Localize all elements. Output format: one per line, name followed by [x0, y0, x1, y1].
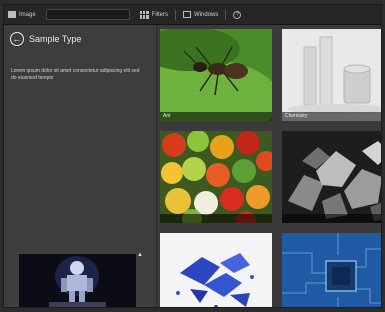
app-window: Image Filters Windows ? ← Sample Type Lo… [3, 4, 382, 308]
preview-thumbnail[interactable] [19, 254, 136, 307]
panel-header: ← Sample Type [10, 32, 81, 46]
left-panel: ← Sample Type Lorem ipsum dolor sit amet… [4, 25, 157, 307]
view-label: Windows [194, 11, 219, 18]
toolbar-divider [225, 9, 227, 20]
view-button[interactable]: Windows [179, 5, 222, 24]
pin-icon[interactable]: ▲ [135, 251, 145, 259]
image-tile[interactable] [160, 131, 272, 223]
panel-description: Lorem ipsum dolor sit amet consectetur a… [11, 68, 140, 81]
tile-label: Ant [160, 112, 272, 121]
image-grid: Ant Chemistry [160, 29, 381, 307]
grid-icon [139, 10, 149, 19]
toolbar-divider [175, 9, 177, 20]
image-tile[interactable]: Chemistry [282, 29, 381, 121]
fruit-vegetables-image [160, 131, 272, 223]
home-label: Image [19, 11, 36, 18]
tile-label: Chemistry [282, 112, 381, 121]
search-input[interactable] [45, 9, 130, 20]
tile-label [160, 214, 272, 223]
image-tile[interactable] [282, 233, 381, 307]
blue-crystals-image [160, 233, 272, 307]
help-icon: ? [233, 10, 242, 19]
window-icon [183, 11, 192, 18]
image-tile[interactable] [160, 233, 272, 307]
home-button[interactable]: Image [4, 5, 40, 24]
panel-title: Sample Type [29, 34, 82, 44]
image-tile[interactable]: Ant [160, 29, 272, 121]
chemistry-glass-image [282, 29, 381, 121]
image-tile[interactable] [282, 131, 381, 223]
robot-figure-image [19, 254, 136, 307]
back-arrow-icon[interactable]: ← [10, 32, 24, 46]
help-button[interactable]: ? [229, 5, 245, 24]
ant-on-leaf-image [160, 29, 272, 121]
tile-label [282, 214, 381, 223]
filter-button[interactable]: Filters [136, 5, 172, 24]
image-icon [8, 11, 16, 18]
filter-label: Filters [151, 11, 169, 18]
metal-rocks-image [282, 131, 381, 223]
circuit-chip-image [282, 233, 381, 307]
top-toolbar: Image Filters Windows ? [4, 5, 381, 25]
